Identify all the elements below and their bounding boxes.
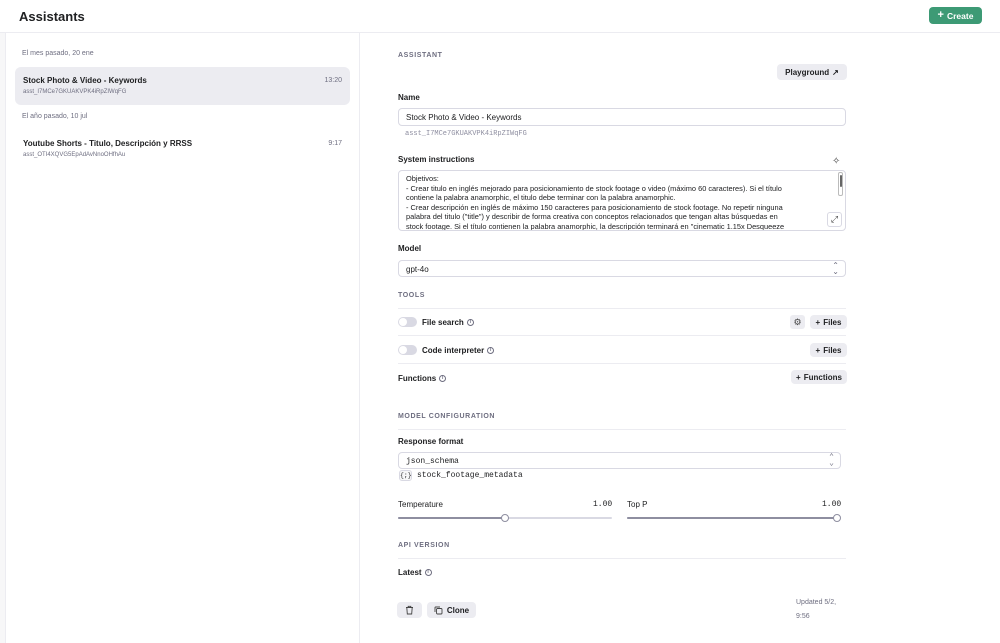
temperature-slider-thumb[interactable]: [501, 514, 509, 522]
divider: [398, 429, 846, 430]
model-config-section-heading: MODEL CONFIGURATION: [398, 413, 496, 420]
divider: [398, 363, 846, 364]
instructions-textarea[interactable]: Objetivos: - Crear titulo en inglés mejo…: [398, 170, 846, 231]
instructions-line: - Crear descripción en inglés de máximo …: [406, 202, 783, 212]
instructions-label: System instructions: [398, 155, 475, 164]
code-interpreter-toggle[interactable]: [398, 345, 417, 355]
group-label: El mes pasado, 20 ene: [22, 50, 94, 57]
model-value: gpt-4o: [406, 265, 429, 274]
response-format-select[interactable]: json_schema ⌃ ⌄: [398, 452, 841, 469]
plus-icon: +: [815, 317, 821, 327]
plus-icon: +: [815, 345, 821, 355]
plus-icon: +: [796, 372, 801, 382]
top-p-slider-fill: [627, 517, 837, 519]
functions-button-label: Functions: [803, 372, 842, 382]
arrow-up-right-icon: ↗: [832, 67, 839, 77]
name-input[interactable]: Stock Photo & Video - Keywords: [398, 108, 846, 126]
divider: [398, 558, 846, 559]
divider: [398, 308, 846, 309]
add-function-button[interactable]: + Functions: [791, 370, 847, 384]
list-item[interactable]: Stock Photo & Video - Keywords asst_I7MC…: [15, 67, 350, 105]
info-icon[interactable]: i: [487, 347, 495, 355]
tools-section-heading: TOOLS: [398, 292, 425, 299]
updated-timestamp: Updated 5/2, 9:56: [796, 599, 837, 620]
code-interpreter-label: Code interpreter i: [422, 346, 495, 355]
model-select[interactable]: gpt-4o ⌃ ⌄: [398, 260, 846, 277]
expand-icon[interactable]: ⤢: [827, 212, 842, 227]
top-p-label: Top P: [627, 500, 648, 509]
delete-button[interactable]: [397, 602, 422, 618]
info-icon[interactable]: i: [424, 569, 432, 577]
top-bar: Assistants + Create: [0, 0, 1000, 33]
assistant-id: asst_I7MCe7GKUAKVPK4iRpZIWqFG: [23, 89, 127, 95]
assistants-list: El mes pasado, 20 ene Stock Photo & Vide…: [6, 33, 360, 643]
page-title: Assistants: [19, 9, 85, 24]
file-search-toggle[interactable]: [398, 317, 417, 327]
instructions-line: contiene la palabra anamorphic, el titul…: [406, 193, 676, 202]
scrollbar-thumb[interactable]: [840, 175, 842, 187]
assistant-title: Stock Photo & Video - Keywords: [23, 76, 147, 85]
file-search-label: File search i: [422, 318, 474, 327]
top-p-slider-thumb[interactable]: [833, 514, 841, 522]
info-icon[interactable]: i: [466, 319, 474, 327]
assistant-editor: ASSISTANT Playground ↗ Name Stock Photo …: [360, 33, 1000, 643]
chevron-updown-icon: ⌃ ⌄: [832, 261, 839, 276]
response-format-label: Response format: [398, 437, 464, 446]
instructions-line: palabra del titulo ("title") y describir…: [406, 212, 778, 221]
files-label: Files: [823, 317, 842, 327]
temperature-slider-fill: [398, 517, 505, 519]
toggle-knob: [399, 346, 407, 354]
clone-label: Clone: [446, 605, 470, 615]
api-version-latest: Latest i: [398, 568, 432, 577]
info-icon[interactable]: i: [439, 375, 447, 383]
assistant-time: 13:20: [324, 77, 342, 84]
response-format-value: json_schema: [406, 457, 459, 466]
model-label: Model: [398, 244, 422, 253]
file-search-files-button[interactable]: + Files: [810, 315, 847, 329]
assistant-time: 9:17: [328, 140, 342, 147]
braces-icon: {;}: [399, 470, 412, 481]
list-item[interactable]: Youtube Shorts - Titulo, Descripción y R…: [15, 130, 350, 168]
plus-icon: +: [937, 9, 944, 21]
temperature-value: 1.00: [593, 500, 613, 509]
trash-icon: [406, 605, 413, 615]
instructions-line: Objetivos:: [406, 174, 439, 183]
functions-label: Functions i: [398, 374, 447, 383]
assistant-section-heading: ASSISTANT: [398, 52, 443, 59]
temperature-label: Temperature: [398, 500, 443, 509]
group-label: El año pasado, 10 jul: [22, 113, 88, 120]
instructions-line: stock footage. Si el título contienen la…: [406, 221, 785, 231]
assistant-id: asst_OTI4XQVG5EpAdAvNnoOHfhAu: [23, 152, 126, 158]
assistant-title: Youtube Shorts - Titulo, Descripción y R…: [23, 139, 193, 148]
top-p-value: 1.00: [822, 500, 842, 509]
temperature-slider[interactable]: [398, 514, 612, 522]
playground-button[interactable]: Playground ↗: [777, 64, 847, 80]
api-version-section-heading: API VERSION: [398, 542, 450, 549]
top-p-slider[interactable]: [627, 514, 841, 522]
files-label: Files: [823, 345, 842, 355]
chevron-updown-icon: ⌃ ⌄: [829, 453, 834, 468]
schema-name[interactable]: stock_footage_metadata: [417, 471, 523, 480]
sparkle-icon[interactable]: ✧: [832, 156, 840, 167]
copy-icon: [434, 606, 443, 614]
divider: [398, 335, 846, 336]
name-label: Name: [398, 93, 420, 102]
assistant-id-text: asst_I7MCe7GKUAKVPK4iRpZIWqFG: [405, 130, 527, 138]
playground-label: Playground: [785, 67, 830, 77]
code-interpreter-files-button[interactable]: + Files: [810, 343, 847, 357]
gear-icon[interactable]: ⚙: [790, 315, 805, 329]
clone-button[interactable]: Clone: [427, 602, 476, 618]
instructions-line: - Crear titulo en inglés mejorado para p…: [406, 183, 782, 193]
instructions-scrollbar[interactable]: [838, 172, 843, 196]
create-button-label: Create: [946, 10, 974, 21]
create-button[interactable]: + Create: [929, 7, 982, 24]
toggle-knob: [399, 318, 407, 326]
